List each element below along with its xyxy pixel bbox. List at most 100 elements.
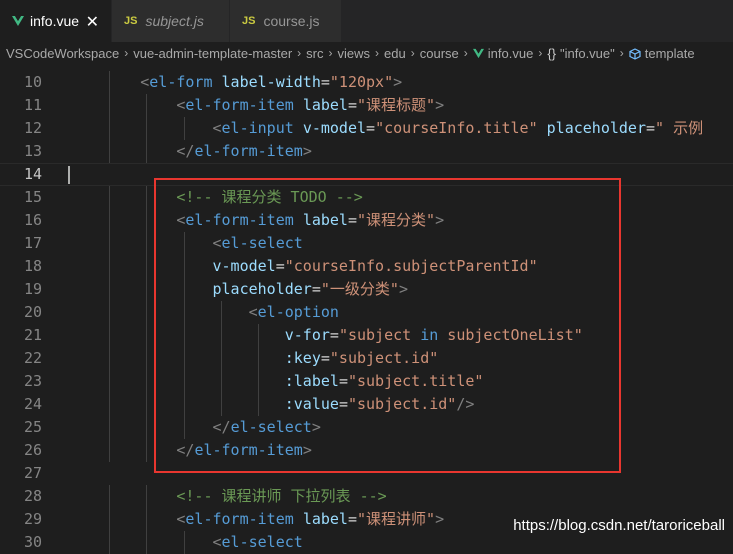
code-line[interactable]: 21 v-for="subject in subjectOneList": [0, 324, 733, 347]
code-line[interactable]: 23 :label="subject.title": [0, 370, 733, 393]
indent-guide: [258, 324, 259, 347]
code-line[interactable]: 22 :key="subject.id": [0, 347, 733, 370]
code-token: <: [212, 119, 222, 137]
code-token: >: [302, 142, 312, 160]
close-icon[interactable]: ✕: [86, 12, 99, 31]
breadcrumb-item-symbol[interactable]: {} "info.vue": [547, 46, 614, 61]
code-line[interactable]: 12 <el-input v-model="courseInfo.title" …: [0, 117, 733, 140]
indent-guide: [258, 393, 259, 416]
code-token: />: [456, 395, 475, 413]
breadcrumb-separator: ›: [463, 46, 468, 60]
code-text: <el-select: [68, 232, 303, 255]
breadcrumb-item-template[interactable]: template: [629, 46, 695, 61]
code-text: <el-input v-model="courseInfo.title" pla…: [68, 117, 704, 140]
code-token: placeholder: [212, 280, 312, 298]
line-number: 29: [23, 510, 42, 528]
code-line[interactable]: 13 </el-form-item>: [0, 140, 733, 163]
indent-guide: [109, 186, 111, 209]
code-token: "一级分类": [320, 280, 399, 298]
code-token: =: [338, 395, 348, 413]
code-text: <el-form label-width="120px">: [68, 71, 402, 94]
editor-tab-bar: info.vue ✕ JS subject.js JS course.js: [0, 0, 733, 42]
indent-guide: [183, 370, 185, 393]
breadcrumb-item-file[interactable]: info.vue: [472, 46, 533, 61]
indent-guide: [109, 232, 111, 255]
indent-guide: [109, 416, 111, 439]
code-token: >: [435, 211, 445, 229]
code-line[interactable]: 25 </el-select>: [0, 416, 733, 439]
breadcrumb-item-edu[interactable]: edu: [384, 46, 406, 61]
indent-guide: [146, 209, 148, 232]
code-token: <: [212, 234, 222, 252]
code-line[interactable]: 26 </el-form-item>: [0, 439, 733, 462]
indent-guide: [109, 324, 111, 347]
tab-info-vue[interactable]: info.vue ✕: [0, 0, 112, 42]
breadcrumb-item-course[interactable]: course: [420, 46, 459, 61]
code-token: "subject.id": [347, 395, 457, 413]
code-line[interactable]: 11 <el-form-item label="课程标题">: [0, 94, 733, 117]
code-editor[interactable]: 10 <el-form label-width="120px"> 11 <el-f…: [0, 71, 733, 554]
code-line[interactable]: 27: [0, 462, 733, 485]
code-token: label-width: [221, 73, 321, 91]
tab-subject-js[interactable]: JS subject.js: [112, 0, 230, 42]
code-token: el-select: [221, 234, 303, 252]
breadcrumb-item-src[interactable]: src: [306, 46, 323, 61]
line-number: 10: [23, 73, 42, 91]
code-token: "courseInfo.title": [375, 119, 538, 137]
code-token: =: [338, 372, 348, 390]
js-icon: JS: [242, 15, 256, 27]
code-token: >: [435, 510, 445, 528]
code-text: <!-- 课程分类 TODO -->: [68, 186, 362, 209]
code-line[interactable]: 15 <!-- 课程分类 TODO -->: [0, 186, 733, 209]
line-number: 23: [23, 372, 42, 390]
code-line[interactable]: 18 v-model="courseInfo.subjectParentId": [0, 255, 733, 278]
code-line[interactable]: 24 :value="subject.id"/>: [0, 393, 733, 416]
line-number: 18: [23, 257, 42, 275]
vue-icon: [12, 16, 24, 26]
code-token: :label: [284, 372, 339, 390]
code-token: "120px": [329, 73, 394, 91]
code-token: =: [320, 73, 330, 91]
code-text: :value="subject.id"/>: [68, 393, 475, 416]
indent-guide: [109, 439, 111, 462]
code-token: "课程标题": [357, 96, 436, 114]
code-line[interactable]: 16 <el-form-item label="课程分类">: [0, 209, 733, 232]
code-line[interactable]: 28 <!-- 课程讲师 下拉列表 -->: [0, 485, 733, 508]
code-text: </el-form-item>: [68, 439, 311, 462]
indent-guide: [183, 255, 185, 278]
indent-guide: [146, 508, 148, 531]
code-token: <: [140, 73, 150, 91]
code-token: label: [302, 96, 348, 114]
tab-course-js[interactable]: JS course.js: [230, 0, 342, 42]
code-line[interactable]: 30 <el-select: [0, 531, 733, 554]
line-number: 15: [23, 188, 42, 206]
line-number: 27: [23, 464, 42, 482]
breadcrumb-item-project[interactable]: vue-admin-template-master: [133, 46, 292, 61]
indent-guide: [183, 301, 185, 324]
indent-guide: [109, 255, 111, 278]
cube-icon: [629, 47, 641, 60]
indent-guide: [220, 393, 222, 416]
code-token: v-model: [302, 119, 367, 137]
code-token: el-option: [257, 303, 339, 321]
breadcrumb-item-views[interactable]: views: [338, 46, 371, 61]
code-token: <!-- 课程讲师 下拉列表 -->: [176, 487, 387, 505]
code-line[interactable]: 19 placeholder="一级分类">: [0, 278, 733, 301]
line-number: 20: [23, 303, 42, 321]
code-line[interactable]: 14: [0, 163, 733, 186]
code-line[interactable]: 17 <el-select: [0, 232, 733, 255]
indent-guide: [109, 393, 111, 416]
code-line[interactable]: 10 <el-form label-width="120px">: [0, 71, 733, 94]
indent-guide: [109, 531, 111, 554]
code-line[interactable]: 20 <el-option: [0, 301, 733, 324]
code-text: v-for="subject in subjectOneList": [68, 324, 583, 347]
line-number: 22: [23, 349, 42, 367]
breadcrumb-item-workspace[interactable]: VSCodeWorkspace: [6, 46, 119, 61]
